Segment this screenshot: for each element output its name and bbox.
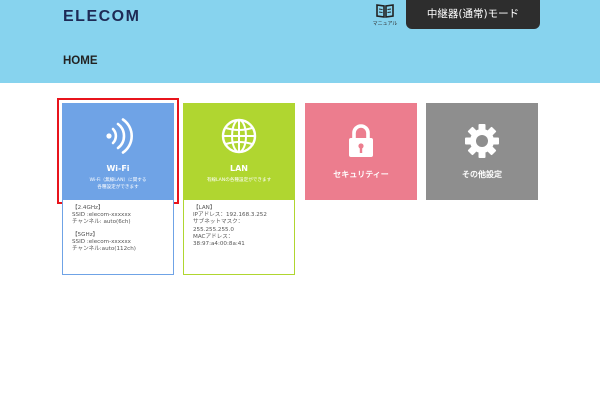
lan-mac-label: MACアドレス： xyxy=(193,233,234,240)
tile-lan-desc: 有線LANの各種設定ができます xyxy=(206,178,272,183)
lock-icon xyxy=(349,124,373,157)
lan-subnet-label: サブネットマスク： xyxy=(193,219,244,226)
band-5-channel: チャンネル:auto(112ch) xyxy=(72,246,136,253)
lan-subnet-value: 255.255.255.0 xyxy=(193,226,234,233)
globe-icon xyxy=(221,118,257,154)
gear-icon xyxy=(465,124,499,158)
lan-mac-value: 38:97:a4:00:8a:41 xyxy=(193,241,245,248)
tile-security-label: セキュリティー xyxy=(333,170,389,179)
page-title: HOME xyxy=(63,55,98,67)
tile-wifi-label: Wi-Fi xyxy=(106,164,130,173)
lan-info-panel: 【LAN】 IPアドレス：192.168.3.252 サブネットマスク： 255… xyxy=(183,200,295,275)
header-bar: ELECOM マニュアル 中継器(通常)モード HOME xyxy=(0,0,600,83)
band-5-ssid: SSID :elecom-xxxxxx xyxy=(72,238,131,245)
tile-security[interactable]: セキュリティー xyxy=(305,103,417,200)
tile-wifi[interactable]: Wi-Fi Wi-Fi（無線LAN）に関する 各種設定ができます xyxy=(62,103,174,200)
manual-label: マニュアル xyxy=(372,21,398,27)
mode-button[interactable]: 中継器(通常)モード xyxy=(406,0,540,29)
band-5-heading: 【5GHz】 xyxy=(72,231,99,238)
tile-lan-label: LAN xyxy=(230,164,248,173)
wifi-icon xyxy=(106,118,133,154)
band-24-channel: チャンネル: auto(6ch) xyxy=(72,219,131,226)
tile-wifi-desc-line1: Wi-Fi（無線LAN）に関する xyxy=(89,178,147,183)
band-24-heading: 【2.4GHz】 xyxy=(72,205,104,211)
tile-lan[interactable]: LAN 有線LANの各種設定ができます xyxy=(183,103,295,200)
tile-other-settings[interactable]: その他設定 xyxy=(426,103,538,200)
wifi-info-panel: 【2.4GHz】 SSID :elecom-xxxxxx チャンネル: auto… xyxy=(62,200,174,275)
elecom-logo[interactable]: ELECOM xyxy=(63,8,140,26)
book-icon xyxy=(376,4,394,18)
tile-wifi-desc-line2: 各種設定ができます xyxy=(97,185,139,190)
tile-other-settings-label: その他設定 xyxy=(462,170,502,179)
manual-link[interactable]: マニュアル xyxy=(370,3,400,27)
